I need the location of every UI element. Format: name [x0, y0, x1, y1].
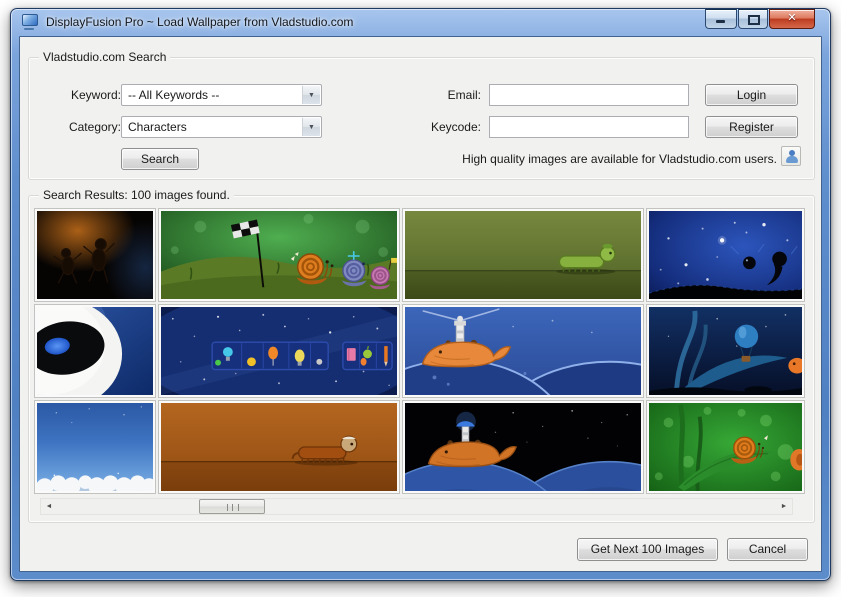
- keyword-dropdown[interactable]: -- All Keywords -- ▼: [121, 84, 322, 106]
- thumbnail-dancing-ants[interactable]: [35, 209, 155, 301]
- thumbnail-trinket-shelves[interactable]: [159, 305, 399, 397]
- results-group-title: Search Results: 100 images found.: [39, 188, 234, 202]
- thumbnail-balloon-night[interactable]: [647, 305, 804, 397]
- search-group-title: Vladstudio.com Search: [39, 50, 170, 64]
- vladstudio-search-group: Vladstudio.com Search Keyword: -- All Ke…: [28, 57, 815, 180]
- displayfusion-window: DisplayFusion Pro ~ Load Wallpaper from …: [10, 8, 831, 581]
- chevron-down-icon: ▼: [302, 118, 320, 136]
- thumbnail-winking-sky[interactable]: [647, 209, 804, 301]
- email-label: Email:: [401, 84, 481, 106]
- thumbnail-snail-leaf[interactable]: [647, 401, 804, 493]
- cancel-button[interactable]: Cancel: [727, 538, 808, 561]
- app-monitor-icon: [22, 14, 40, 30]
- high-quality-note: High quality images are available for Vl…: [329, 152, 777, 166]
- keyword-label: Keyword:: [41, 84, 121, 106]
- thumbnail-green-caterpillar[interactable]: [403, 209, 643, 301]
- category-selected-value: Characters: [128, 117, 299, 137]
- window-controls: ✕: [705, 9, 815, 29]
- dialog-content: Vladstudio.com Search Keyword: -- All Ke…: [19, 36, 822, 572]
- thumbnail-whale-lighthouse-night[interactable]: [403, 401, 643, 493]
- scroll-right-button[interactable]: ►: [776, 499, 792, 514]
- scroll-right-icon: ►: [781, 503, 788, 510]
- vladstudio-user-icon[interactable]: [781, 146, 801, 166]
- search-results-group: Search Results: 100 images found.: [28, 195, 815, 523]
- login-button[interactable]: Login: [705, 84, 798, 106]
- thumbnail-clouds[interactable]: [35, 401, 155, 493]
- maximize-icon: [748, 15, 760, 25]
- thumbnail-snail-race[interactable]: [159, 209, 399, 301]
- keyword-selected-value: -- All Keywords --: [128, 85, 299, 105]
- window-title: DisplayFusion Pro ~ Load Wallpaper from …: [46, 9, 353, 36]
- scrollbar-grip-icon: [227, 504, 239, 511]
- minimize-button[interactable]: [705, 9, 737, 29]
- email-field[interactable]: [489, 84, 689, 106]
- keycode-label: Keycode:: [401, 116, 481, 138]
- titlebar[interactable]: DisplayFusion Pro ~ Load Wallpaper from …: [11, 9, 830, 36]
- search-button[interactable]: Search: [121, 148, 199, 170]
- get-next-100-images-button[interactable]: Get Next 100 Images: [577, 538, 718, 561]
- keycode-field[interactable]: [489, 116, 689, 138]
- horizontal-scrollbar[interactable]: ◄ ►: [40, 498, 793, 515]
- scroll-left-button[interactable]: ◄: [41, 499, 57, 514]
- thumbnail-white-robot[interactable]: [35, 305, 155, 397]
- close-button[interactable]: ✕: [769, 9, 815, 29]
- chevron-down-icon: ▼: [302, 86, 320, 104]
- thumbnail-grid: [35, 209, 804, 493]
- close-icon: ✕: [770, 11, 814, 24]
- thumbnail-orange-caterpillar[interactable]: [159, 401, 399, 493]
- register-button[interactable]: Register: [705, 116, 798, 138]
- minimize-icon: [716, 20, 725, 23]
- category-dropdown[interactable]: Characters ▼: [121, 116, 322, 138]
- maximize-button[interactable]: [738, 9, 768, 29]
- thumbnail-whale-lighthouse-day[interactable]: [403, 305, 643, 397]
- scrollbar-thumb[interactable]: [199, 499, 265, 514]
- scroll-left-icon: ◄: [46, 503, 53, 510]
- category-label: Category:: [41, 116, 121, 138]
